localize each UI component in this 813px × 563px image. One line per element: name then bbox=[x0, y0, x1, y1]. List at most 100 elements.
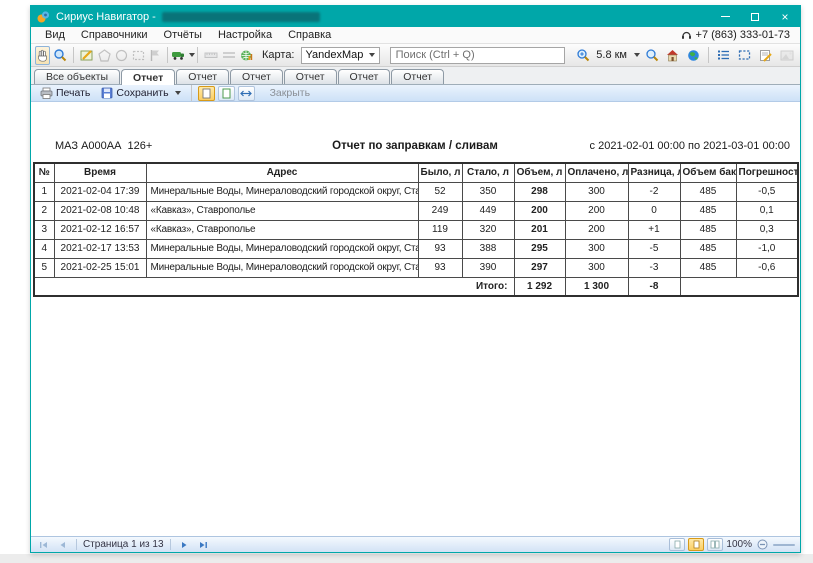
phone-number: +7 (863) 333-01-73 bbox=[696, 29, 790, 41]
legend-list-button[interactable] bbox=[714, 46, 733, 65]
last-page-button[interactable] bbox=[196, 538, 211, 551]
tab-report-4[interactable]: Отчет bbox=[284, 69, 337, 84]
tab-all-objects[interactable]: Все объекты bbox=[34, 69, 120, 84]
statusbar-separator bbox=[170, 539, 171, 550]
tab-report-1[interactable]: Отчет bbox=[121, 69, 175, 85]
toolbar-separator bbox=[73, 47, 74, 63]
save-label: Сохранить bbox=[116, 87, 168, 99]
table-body: 12021-02-04 17:39Минеральные Воды, Минер… bbox=[34, 182, 798, 296]
map-provider-select[interactable]: YandexMap bbox=[301, 47, 380, 64]
close-report-button[interactable]: Закрыть bbox=[266, 86, 314, 101]
map-edit-button[interactable] bbox=[79, 46, 95, 65]
page-background-strip bbox=[0, 554, 813, 563]
column-header: Оплачено, л bbox=[565, 163, 628, 182]
home-button[interactable] bbox=[663, 46, 682, 65]
minimize-icon bbox=[721, 16, 730, 17]
menu-help[interactable]: Справка bbox=[280, 29, 339, 41]
report-header: МАЗ А000АА 126+ Отчет по заправкам / сли… bbox=[33, 140, 797, 154]
zoom-lens-icon bbox=[645, 48, 659, 62]
image-button[interactable] bbox=[777, 46, 796, 65]
next-page-button[interactable] bbox=[177, 538, 192, 551]
tab-report-3[interactable]: Отчет bbox=[230, 69, 283, 84]
menu-settings[interactable]: Настройка bbox=[210, 29, 280, 41]
totals-cell: Итого: bbox=[34, 277, 514, 296]
table-cell: 2021-02-04 17:39 bbox=[54, 182, 146, 201]
vehicle-icon bbox=[171, 49, 186, 61]
multi-page-icon bbox=[710, 540, 720, 549]
menu-reports[interactable]: Отчёты bbox=[156, 29, 210, 41]
totals-cell: 1 292 bbox=[514, 277, 565, 296]
table-cell: +1 bbox=[628, 220, 680, 239]
selection-rect-button[interactable] bbox=[735, 46, 754, 65]
title-bar: Сириус Навигатор - × bbox=[31, 6, 800, 27]
minimize-button[interactable] bbox=[710, 6, 740, 27]
zoom-fit-view-button[interactable] bbox=[688, 538, 704, 551]
image-icon bbox=[780, 50, 794, 61]
view-fit-width-button[interactable] bbox=[238, 86, 255, 101]
search-input[interactable] bbox=[390, 47, 566, 64]
table-cell: -5 bbox=[628, 239, 680, 258]
next-page-icon bbox=[181, 541, 188, 549]
print-button[interactable]: Печать bbox=[36, 86, 94, 101]
zoom-search-icon bbox=[53, 48, 67, 62]
close-button[interactable]: × bbox=[770, 6, 800, 27]
maximize-button[interactable] bbox=[740, 6, 770, 27]
zoom-multipage-view-button[interactable] bbox=[707, 538, 723, 551]
tab-report-5[interactable]: Отчет bbox=[338, 69, 391, 84]
table-cell: 388 bbox=[462, 239, 514, 258]
globe-icon bbox=[687, 49, 700, 62]
legend-list-icon bbox=[717, 49, 730, 61]
table-row: 12021-02-04 17:39Минеральные Воды, Минер… bbox=[34, 182, 798, 201]
zoom-search-button[interactable] bbox=[52, 46, 68, 65]
route-ruler-button[interactable] bbox=[221, 46, 237, 65]
totals-cell bbox=[680, 277, 798, 296]
circle-icon bbox=[115, 49, 128, 62]
geo-stats-button[interactable] bbox=[239, 46, 254, 65]
pan-hand-icon bbox=[36, 49, 49, 62]
table-cell: -0,6 bbox=[736, 258, 798, 277]
circle-tool-button[interactable] bbox=[114, 46, 129, 65]
zoom-lens-button[interactable] bbox=[642, 46, 661, 65]
table-cell: 449 bbox=[462, 201, 514, 220]
zoom-page-view-button[interactable] bbox=[669, 538, 685, 551]
table-cell: 0,1 bbox=[736, 201, 798, 220]
view-fit-page-button[interactable] bbox=[218, 86, 235, 101]
tab-report-6[interactable]: Отчет bbox=[391, 69, 444, 84]
prev-page-button[interactable] bbox=[55, 538, 70, 551]
table-row: 52021-02-25 15:01Минеральные Воды, Минер… bbox=[34, 258, 798, 277]
view-actual-size-button[interactable] bbox=[198, 86, 215, 101]
flag-tool-button[interactable] bbox=[148, 46, 162, 65]
menu-directories[interactable]: Справочники bbox=[73, 29, 156, 41]
ruler-button[interactable] bbox=[203, 46, 219, 65]
redacted-title-text bbox=[162, 12, 320, 22]
select-area-button[interactable] bbox=[131, 46, 146, 65]
table-cell: 1 bbox=[34, 182, 54, 201]
zoom-out-button[interactable] bbox=[755, 538, 770, 551]
zoom-slider[interactable] bbox=[773, 544, 795, 546]
app-window: Сириус Навигатор - × Вид Справочники Отч… bbox=[30, 5, 801, 553]
maximize-icon bbox=[751, 13, 759, 21]
table-cell: 320 bbox=[462, 220, 514, 239]
notes-button[interactable] bbox=[756, 46, 775, 65]
geo-stats-icon bbox=[240, 49, 253, 62]
menu-view[interactable]: Вид bbox=[37, 29, 73, 41]
column-header: Погрешность, % bbox=[736, 163, 798, 182]
vehicle-menu-button[interactable] bbox=[173, 46, 192, 65]
toolbar-separator bbox=[708, 47, 709, 63]
map-edit-icon bbox=[80, 49, 94, 62]
globe-button[interactable] bbox=[684, 46, 703, 65]
chevron-down-icon[interactable] bbox=[634, 53, 640, 57]
report-page: МАЗ А000АА 126+ Отчет по заправкам / сли… bbox=[31, 102, 800, 536]
table-cell: 200 bbox=[565, 220, 628, 239]
pan-hand-button[interactable] bbox=[35, 46, 50, 65]
table-cell: 2021-02-08 10:48 bbox=[54, 201, 146, 220]
toolbar-separator bbox=[191, 85, 192, 101]
table-cell: «Кавказ», Ставрополье bbox=[146, 201, 418, 220]
page-view-icon bbox=[202, 88, 211, 99]
tab-report-2[interactable]: Отчет bbox=[176, 69, 229, 84]
app-logo-icon bbox=[36, 10, 51, 24]
first-page-button[interactable] bbox=[36, 538, 51, 551]
zoom-in-button[interactable] bbox=[573, 46, 592, 65]
polygon-tool-button[interactable] bbox=[97, 46, 112, 65]
save-button[interactable]: Сохранить bbox=[97, 86, 184, 101]
